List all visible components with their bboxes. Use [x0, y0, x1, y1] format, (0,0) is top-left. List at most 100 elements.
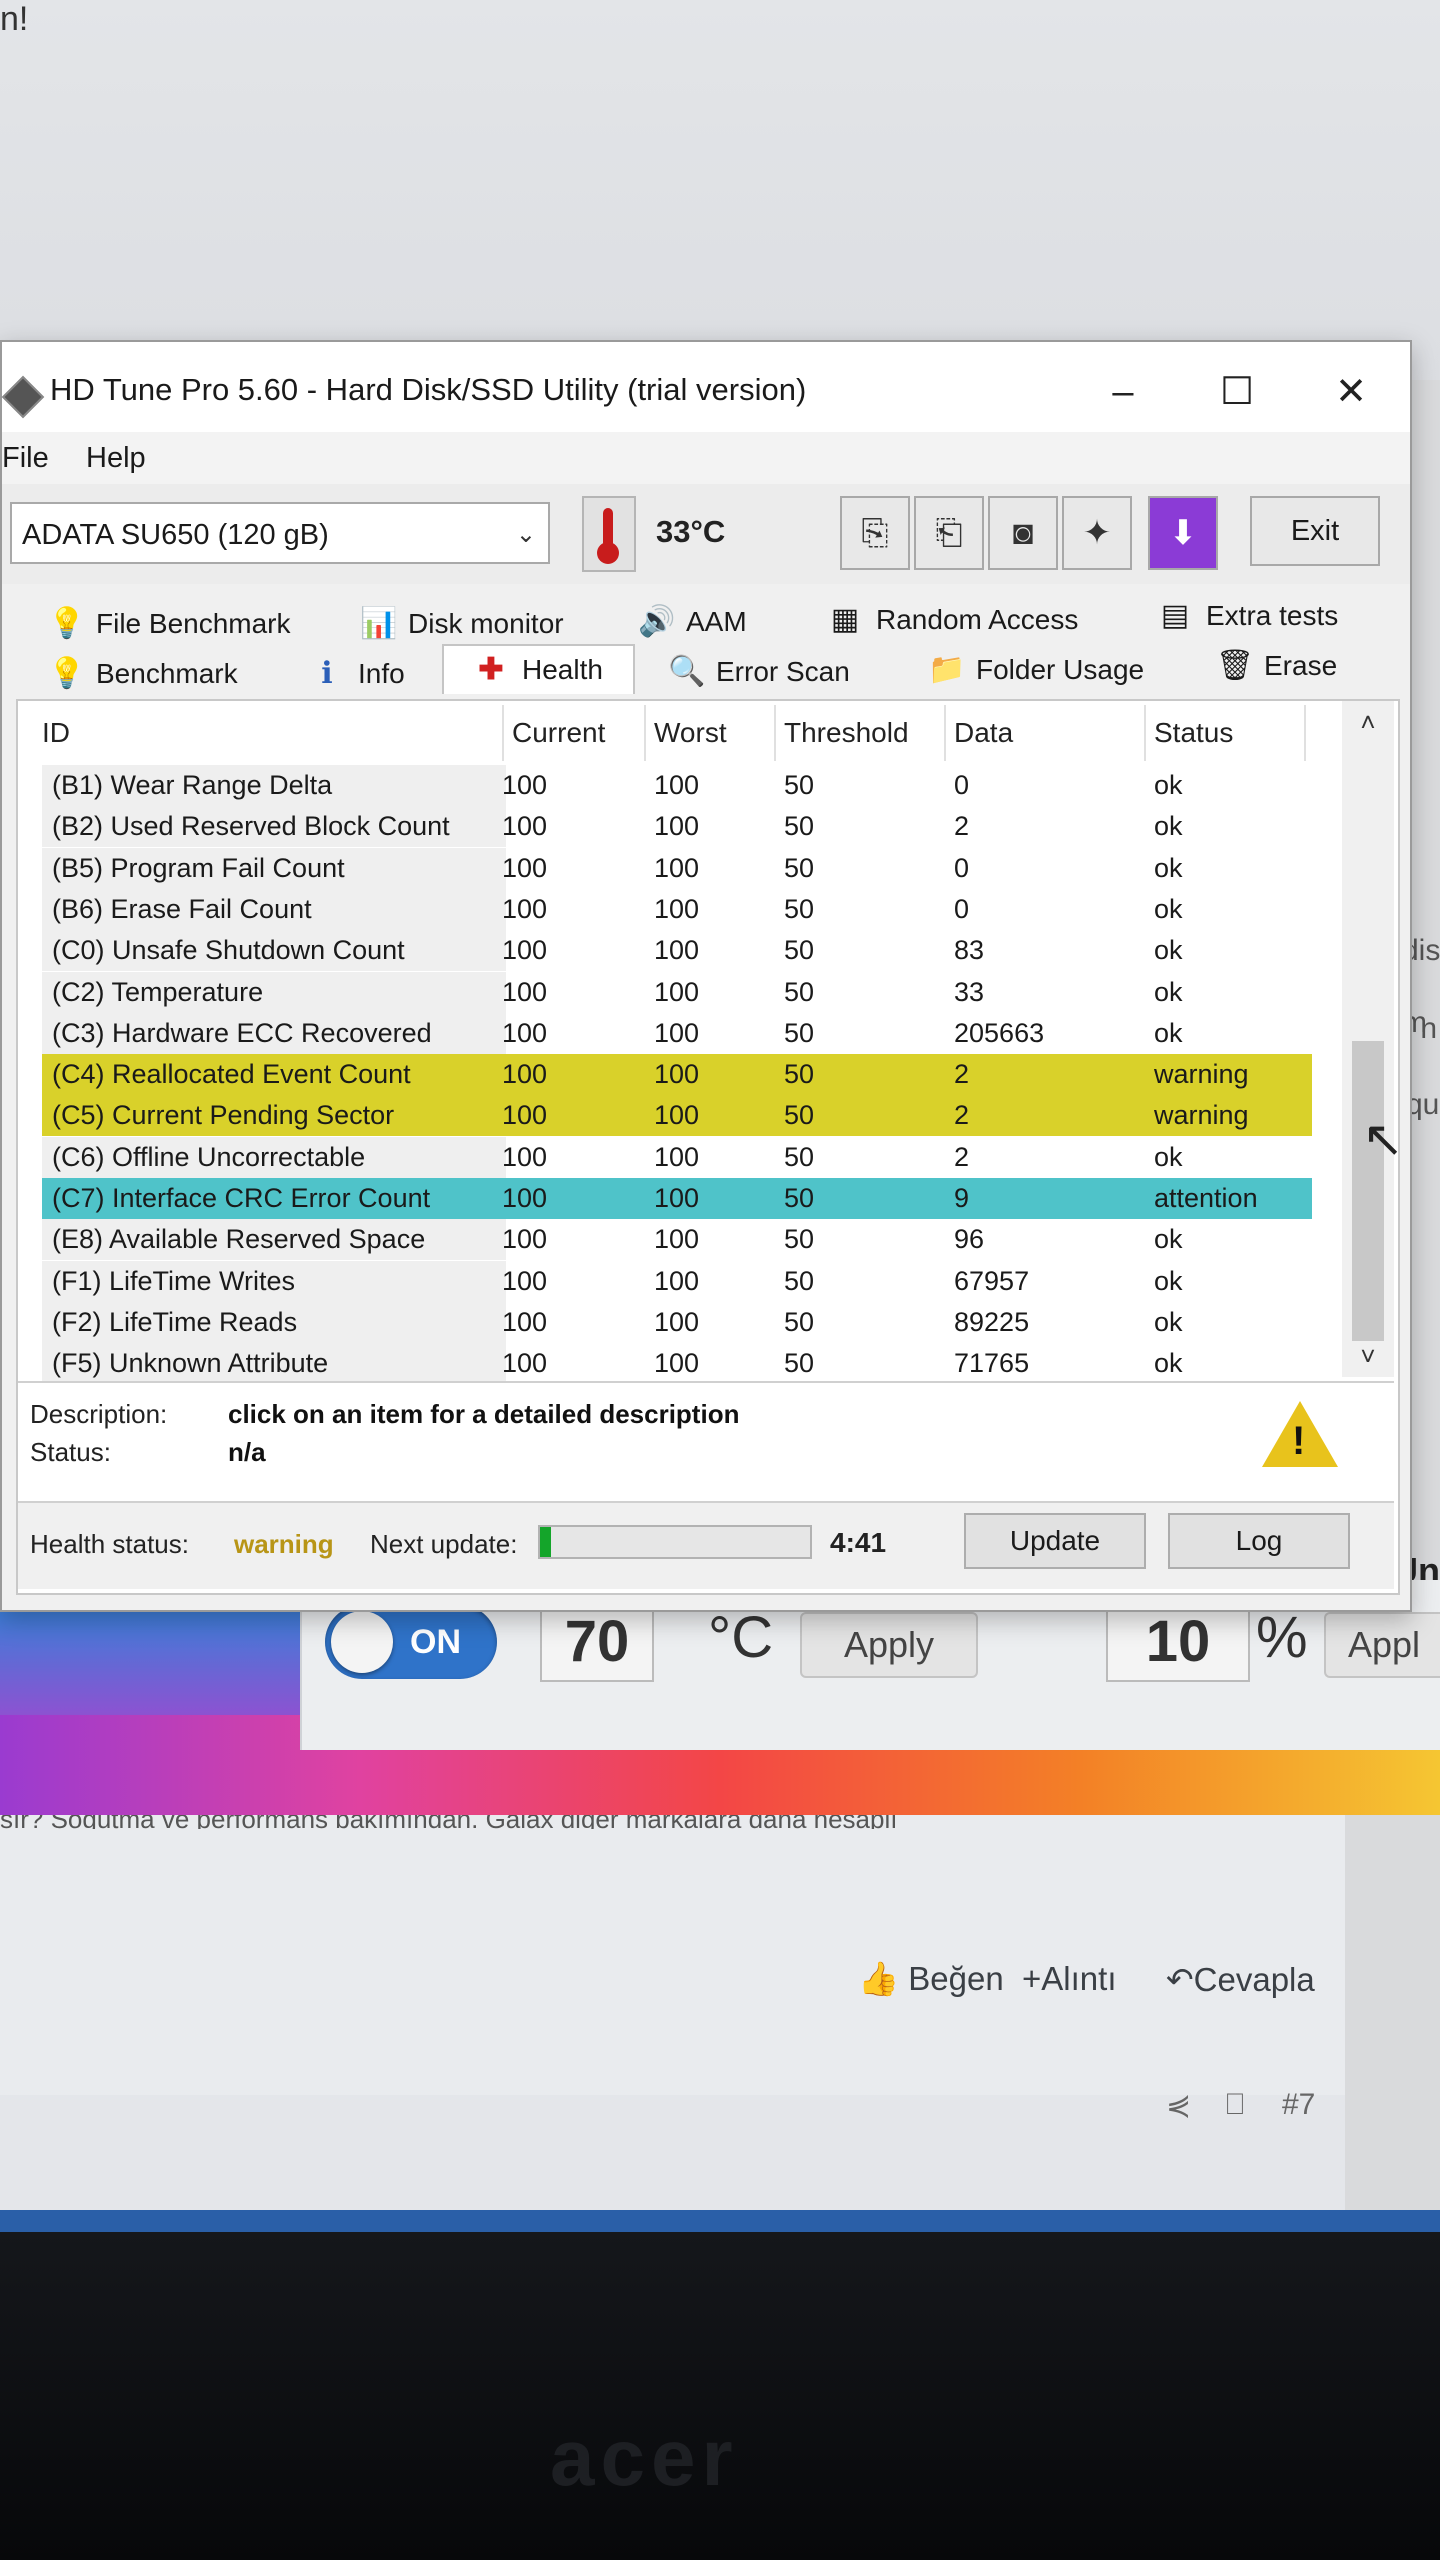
tab-disk-monitor[interactable]: 📊 Disk monitor — [360, 600, 564, 648]
table-row[interactable]: (E8) Available Reserved Space 100 100 50 96 o… — [42, 1219, 1312, 1261]
tab-benchmark[interactable]: 💡 Benchmark — [48, 650, 238, 698]
vertical-scrollbar[interactable]: ˄ ˅ — [1342, 701, 1394, 1377]
table-row[interactable]: (C3) Hardware ECC Recovered 100 100 50 20566… — [42, 1012, 1312, 1054]
table-row[interactable]: (C7) Interface CRC Error Count 100 100 50 9 a… — [42, 1178, 1312, 1219]
hd-tune-window: HD Tune Pro 5.60 - Hard Disk/SSD Utility… — [0, 340, 1412, 1612]
menu-help[interactable]: Help — [86, 442, 146, 475]
attribute-id-cell: (C2) Temperature — [42, 971, 506, 1013]
attribute-data-cell: 2 — [954, 1100, 970, 1131]
table-row[interactable]: (C5) Current Pending Sector 100 100 50 2 warn… — [42, 1095, 1312, 1137]
table-row[interactable]: (C6) Offline Uncorrectable 100 100 50 2 ok — [42, 1136, 1312, 1178]
column-header-worst[interactable]: Worst — [644, 705, 776, 761]
thumbs-up-icon: 👍 — [858, 1960, 900, 1997]
attribute-threshold-cell: 50 — [784, 976, 815, 1007]
attribute-status-cell: ok — [1154, 811, 1183, 842]
log-button[interactable]: Log — [1168, 1513, 1350, 1569]
scroll-down-icon[interactable]: ˅ — [1342, 1341, 1394, 1372]
trash-icon: 🗑 — [1216, 649, 1255, 682]
exit-button[interactable]: Exit — [1250, 496, 1380, 566]
title-bar[interactable]: HD Tune Pro 5.60 - Hard Disk/SSD Utility… — [1, 342, 1410, 432]
copy-info-icon[interactable]: ⎗ — [914, 496, 984, 570]
attribute-id-cell: (B2) Used Reserved Block Count — [42, 806, 506, 848]
temperature-input[interactable]: 70 — [540, 1602, 654, 1682]
attribute-data-cell: 67957 — [954, 1265, 1030, 1296]
tab-aam[interactable]: 🔊 AAM — [638, 598, 747, 646]
camera-icon[interactable]: ◙ — [988, 496, 1058, 570]
copy-icon[interactable]: ⎘ — [840, 496, 910, 570]
percent-input[interactable]: 10 — [1106, 1602, 1250, 1682]
tab-error-scan[interactable]: 🔍 Error Scan — [668, 648, 850, 696]
attribute-threshold-cell: 50 — [784, 1183, 815, 1213]
warning-exclamation: ! — [1292, 1419, 1306, 1463]
table-row[interactable]: (B1) Wear Range Delta 100 100 50 0 ok — [42, 765, 1312, 806]
tab-info[interactable]: ℹ Info — [310, 650, 404, 698]
scroll-thumb[interactable] — [1352, 1041, 1384, 1341]
column-header-data[interactable]: Data — [944, 705, 1146, 761]
like-button[interactable]: 👍 Beğen — [858, 1960, 1004, 1999]
attribute-worst-cell: 100 — [654, 976, 700, 1007]
attribute-status-cell: ok — [1154, 1224, 1183, 1255]
temperature-unit: °C — [708, 1605, 774, 1670]
table-row[interactable]: (B5) Program Fail Count 100 100 50 0 ok — [42, 847, 1312, 889]
toggle-label: ON — [410, 1623, 461, 1661]
on-toggle[interactable]: ON — [325, 1605, 497, 1679]
next-update-timer: 4:41 — [830, 1527, 887, 1558]
table-row[interactable]: (C2) Temperature 100 100 50 33 ok — [42, 971, 1312, 1013]
attribute-data-cell: 96 — [954, 1224, 985, 1255]
options-icon[interactable]: ✦ — [1062, 496, 1132, 570]
table-row[interactable]: (F1) LifeTime Writes 100 100 50 67957 ok — [42, 1260, 1312, 1302]
table-row[interactable]: (C4) Reallocated Event Count 100 100 50 2 war… — [42, 1054, 1312, 1096]
table-row[interactable]: (F5) Unknown Attribute 100 100 50 71765 ok — [42, 1343, 1312, 1385]
tab-health[interactable]: ✚ Health — [442, 644, 635, 694]
next-update-progress — [538, 1525, 812, 1559]
drive-select[interactable]: ADATA SU650 (120 gB) ⌄ — [10, 502, 550, 564]
reply-arrow-icon: ↶ — [1166, 1961, 1194, 1998]
table-row[interactable]: (B6) Erase Fail Count 100 100 50 0 ok — [42, 888, 1312, 930]
attribute-current-cell: 100 — [502, 1141, 548, 1172]
tab-folder-usage[interactable]: 📁 Folder Usage — [928, 646, 1144, 694]
minimize-button[interactable]: – — [1088, 362, 1158, 422]
attribute-current-cell: 100 — [502, 770, 548, 800]
quote-button[interactable]: +Alıntı — [1022, 1960, 1116, 1998]
update-button[interactable]: Update — [964, 1513, 1146, 1569]
share-icon[interactable]: ⋞ — [1166, 2088, 1191, 2123]
tab-file-benchmark[interactable]: 💡 File Benchmark — [48, 600, 291, 648]
table-row[interactable]: (C0) Unsafe Shutdown Count 100 100 50 83 ok — [42, 930, 1312, 972]
column-header-id[interactable]: ID — [42, 705, 504, 761]
apply-button[interactable]: Apply — [800, 1612, 978, 1678]
attribute-current-cell: 100 — [502, 811, 548, 842]
attribute-status-cell: warning — [1154, 1059, 1249, 1090]
magnifier-icon: 🔍 — [668, 655, 706, 688]
attribute-id-cell: (F5) Unknown Attribute — [42, 1343, 506, 1385]
table-row[interactable]: (F2) LifeTime Reads 100 100 50 89225 ok — [42, 1301, 1312, 1343]
maximize-button[interactable]: ☐ — [1202, 362, 1272, 422]
attribute-data-cell: 0 — [954, 893, 970, 924]
post-number[interactable]: #7 — [1282, 2088, 1315, 2122]
apply-button[interactable]: Appl — [1324, 1612, 1440, 1678]
post-text-cut: sır? Soğutma ve performans bakımından. G… — [0, 1815, 1345, 1829]
tab-erase[interactable]: 🗑 Erase — [1216, 642, 1337, 690]
attribute-current-cell: 100 — [502, 935, 548, 966]
speaker-icon: 🔊 — [638, 605, 676, 638]
table-row[interactable]: (B2) Used Reserved Block Count 100 100 50 2 o… — [42, 806, 1312, 848]
attribute-current-cell: 100 — [502, 1017, 548, 1048]
column-header-status[interactable]: Status — [1144, 705, 1306, 761]
column-header-current[interactable]: Current — [502, 705, 646, 761]
attribute-current-cell: 100 — [502, 1265, 548, 1296]
bookmark-icon[interactable]: ⎕ — [1226, 2088, 1244, 2122]
monitor-logo: acer — [550, 2413, 739, 2502]
download-arrow-icon[interactable]: ⬇ — [1148, 496, 1218, 570]
close-button[interactable]: ✕ — [1316, 362, 1386, 422]
reply-button[interactable]: ↶Cevapla — [1166, 1960, 1315, 1999]
attribute-data-cell: 2 — [954, 1059, 970, 1090]
menu-file[interactable]: File — [2, 442, 49, 475]
random-access-icon: ▦ — [830, 603, 860, 636]
attribute-threshold-cell: 50 — [784, 893, 815, 924]
health-cross-icon: ✚ — [478, 653, 504, 686]
column-header-threshold[interactable]: Threshold — [774, 705, 946, 761]
tab-random-access[interactable]: ▦ Random Access — [828, 596, 1079, 644]
attribute-worst-cell: 100 — [654, 1017, 700, 1048]
background-page-top: n! — [0, 0, 1440, 380]
scroll-up-icon[interactable]: ˄ — [1342, 707, 1394, 738]
tab-extra-tests[interactable]: ▤ Extra tests — [1158, 592, 1338, 640]
